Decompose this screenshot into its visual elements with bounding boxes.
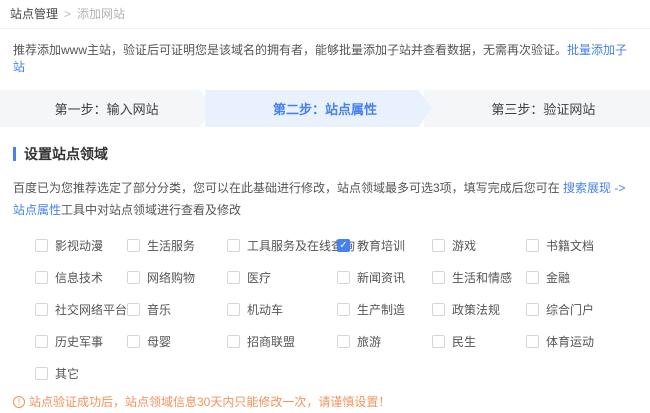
section-title: 设置站点领域 <box>24 144 108 164</box>
category-item[interactable]: 生活和情感 <box>432 261 526 293</box>
category-item[interactable]: 音乐 <box>127 293 227 325</box>
checkbox-unchecked-icon[interactable] <box>337 271 350 284</box>
category-item[interactable]: ✓ 教育培训 <box>337 229 432 261</box>
category-item[interactable]: 母婴 <box>127 325 227 357</box>
section-description: 百度已为您推荐选定了部分分类，您可以在此基础进行修改，站点领域最多可选3项，填写… <box>13 177 637 221</box>
checkbox-unchecked-icon[interactable] <box>432 271 445 284</box>
category-label: 其它 <box>55 365 79 382</box>
category-label: 生产制造 <box>357 301 405 318</box>
description-text-after: 工具中对站点领域进行查看及修改 <box>61 203 241 217</box>
step-wizard: 第一步：输入网站 第二步：站点属性 第三步：验证网站 <box>0 90 650 127</box>
category-item[interactable]: 生活服务 <box>127 229 227 261</box>
checkbox-unchecked-icon[interactable] <box>127 303 140 316</box>
category-item[interactable]: 影视动漫 <box>35 229 127 261</box>
category-label: 生活服务 <box>147 237 195 254</box>
main-content: 推荐添加www主站，验证后可证明您是该域名的拥有者，能够批量添加子站并查看数据，… <box>0 42 650 413</box>
category-label: 民生 <box>452 333 476 350</box>
breadcrumb-site-management[interactable]: 站点管理 <box>10 7 58 21</box>
warning-text: 站点验证成功后，站点领域信息30天内只能修改一次，请谨慎设置！ <box>29 393 390 411</box>
checkbox-unchecked-icon[interactable] <box>526 335 539 348</box>
checkbox-unchecked-icon[interactable] <box>432 239 445 252</box>
add-site-page: 站点管理 > 添加网站 推荐添加www主站，验证后可证明您是该域名的拥有者，能够批量… <box>0 0 650 413</box>
checkbox-unchecked-icon[interactable] <box>526 271 539 284</box>
checkbox-unchecked-icon[interactable] <box>227 239 240 252</box>
step-2-active: 第二步：站点属性 <box>205 90 431 127</box>
category-item[interactable]: 游戏 <box>432 229 526 261</box>
checkbox-unchecked-icon[interactable] <box>526 239 539 252</box>
checkbox-checked-icon[interactable]: ✓ <box>337 239 350 252</box>
breadcrumb: 站点管理 > 添加网站 <box>0 0 650 29</box>
category-grid: 影视动漫 生活服务 工具服务及在线查询✓ 教育培训 游戏 书籍文档信息技术 网络购物 医疗 新闻… <box>35 229 650 389</box>
category-item[interactable]: 新闻资讯 <box>337 261 432 293</box>
category-label: 生活和情感 <box>452 269 512 286</box>
step-label: 第三步：验证网站 <box>491 99 595 118</box>
category-label: 招商联盟 <box>247 333 295 350</box>
category-label: 医疗 <box>247 269 271 286</box>
checkbox-unchecked-icon[interactable] <box>227 303 240 316</box>
checkbox-unchecked-icon[interactable] <box>127 335 140 348</box>
category-item[interactable]: 综合门户 <box>526 293 650 325</box>
step-label: 第二步：站点属性 <box>273 99 377 118</box>
checkbox-unchecked-icon[interactable] <box>35 335 48 348</box>
checkbox-unchecked-icon[interactable] <box>35 303 48 316</box>
checkbox-unchecked-icon[interactable] <box>432 335 445 348</box>
category-label: 政策法规 <box>452 301 500 318</box>
category-item[interactable]: 招商联盟 <box>227 325 337 357</box>
checkbox-unchecked-icon[interactable] <box>337 335 350 348</box>
category-label: 网络购物 <box>147 269 195 286</box>
checkbox-unchecked-icon[interactable] <box>227 271 240 284</box>
category-item[interactable]: 机动车 <box>227 293 337 325</box>
category-label: 综合门户 <box>546 301 594 318</box>
category-label: 教育培训 <box>357 237 405 254</box>
breadcrumb-separator-icon: > <box>64 7 71 21</box>
category-item[interactable]: 政策法规 <box>432 293 526 325</box>
category-label: 音乐 <box>147 301 171 318</box>
category-label: 游戏 <box>452 237 476 254</box>
category-item[interactable]: 医疗 <box>227 261 337 293</box>
category-label: 社交网络平台 <box>55 301 127 318</box>
category-label: 历史军事 <box>55 333 103 350</box>
description-text-before: 百度已为您推荐选定了部分分类，您可以在此基础进行修改，站点领域最多可选3项，填写… <box>13 181 563 195</box>
category-label: 金融 <box>546 269 570 286</box>
checkbox-unchecked-icon[interactable] <box>127 239 140 252</box>
category-item[interactable]: 民生 <box>432 325 526 357</box>
checkbox-unchecked-icon[interactable] <box>227 335 240 348</box>
category-item[interactable]: 历史军事 <box>35 325 127 357</box>
checkbox-unchecked-icon[interactable] <box>432 303 445 316</box>
warning-message: ! 站点验证成功后，站点领域信息30天内只能修改一次，请谨慎设置！ <box>13 393 637 411</box>
checkbox-unchecked-icon[interactable] <box>127 271 140 284</box>
step-1: 第一步：输入网站 <box>0 90 213 127</box>
category-label: 机动车 <box>247 301 283 318</box>
category-label: 体育运动 <box>546 333 594 350</box>
step-3: 第三步：验证网站 <box>424 90 650 127</box>
category-label: 新闻资讯 <box>357 269 405 286</box>
category-item[interactable]: 工具服务及在线查询 <box>227 229 337 261</box>
category-item[interactable]: 其它 <box>35 357 127 389</box>
checkbox-unchecked-icon[interactable] <box>35 271 48 284</box>
checkbox-unchecked-icon[interactable] <box>526 303 539 316</box>
category-label: 书籍文档 <box>546 237 594 254</box>
category-item[interactable]: 生产制造 <box>337 293 432 325</box>
category-item[interactable]: 社交网络平台 <box>35 293 127 325</box>
category-item[interactable]: 金融 <box>526 261 650 293</box>
category-label: 信息技术 <box>55 269 103 286</box>
intro-paragraph: 推荐添加www主站，验证后可证明您是该域名的拥有者，能够批量添加子站并查看数据，… <box>13 42 637 76</box>
category-item[interactable]: 体育运动 <box>526 325 650 357</box>
category-item[interactable]: 旅游 <box>337 325 432 357</box>
warning-exclamation-icon: ! <box>13 396 25 408</box>
checkbox-unchecked-icon[interactable] <box>35 239 48 252</box>
category-label: 旅游 <box>357 333 381 350</box>
category-label: 影视动漫 <box>55 237 103 254</box>
breadcrumb-add-site: 添加网站 <box>77 7 125 21</box>
category-item[interactable]: 书籍文档 <box>526 229 650 261</box>
step-label: 第一步：输入网站 <box>55 99 159 118</box>
intro-text: 推荐添加www主站，验证后可证明您是该域名的拥有者，能够批量添加子站并查看数据，… <box>13 43 567 57</box>
section-title-accent-bar <box>13 147 16 161</box>
category-label: 母婴 <box>147 333 171 350</box>
section-title-row: 设置站点领域 <box>13 144 637 164</box>
checkbox-unchecked-icon[interactable] <box>337 303 350 316</box>
category-item[interactable]: 网络购物 <box>127 261 227 293</box>
checkbox-unchecked-icon[interactable] <box>35 367 48 380</box>
category-item[interactable]: 信息技术 <box>35 261 127 293</box>
